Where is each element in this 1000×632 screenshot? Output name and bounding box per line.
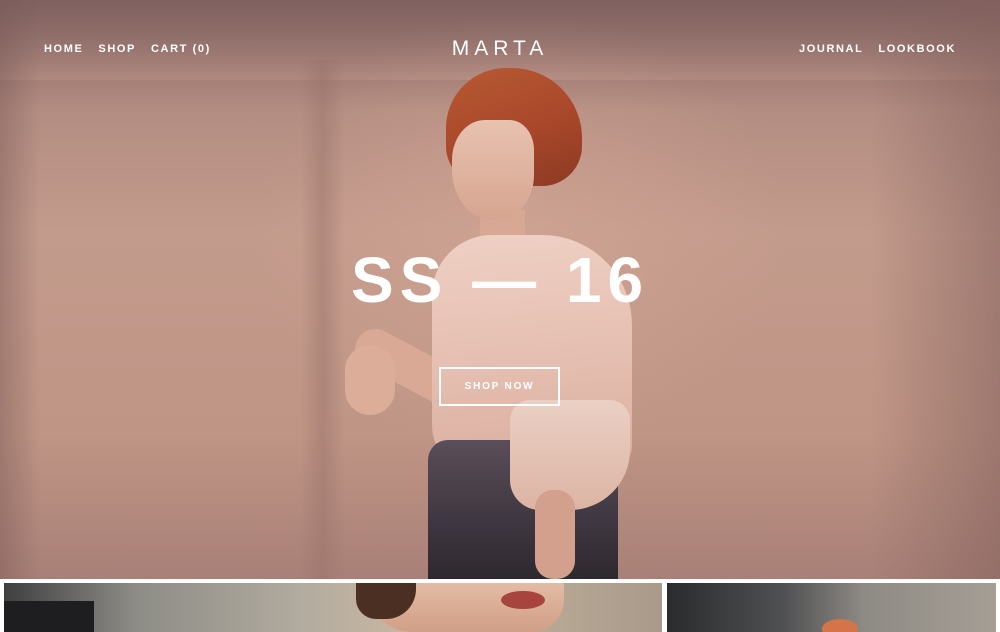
nav-lookbook-link[interactable]: LOOKBOOK bbox=[878, 43, 956, 55]
shop-now-button[interactable]: SHOP NOW bbox=[439, 367, 560, 406]
secondary-nav: JOURNAL LOOKBOOK bbox=[799, 43, 956, 55]
hero-model-image bbox=[340, 60, 640, 579]
collection-tile-image[interactable] bbox=[4, 583, 662, 632]
nav-journal-link[interactable]: JOURNAL bbox=[799, 43, 863, 55]
model-face bbox=[452, 120, 534, 220]
tile-model-lips bbox=[501, 591, 545, 609]
tile-dark-block bbox=[4, 601, 94, 632]
model-forearm bbox=[535, 490, 575, 579]
collection-tile-image[interactable] bbox=[667, 583, 996, 632]
hero-headline: SS — 16 bbox=[350, 244, 650, 316]
hero-shadow-pillar bbox=[300, 60, 345, 579]
tile-model-hair-accent bbox=[822, 619, 858, 632]
model-hand bbox=[345, 345, 395, 415]
